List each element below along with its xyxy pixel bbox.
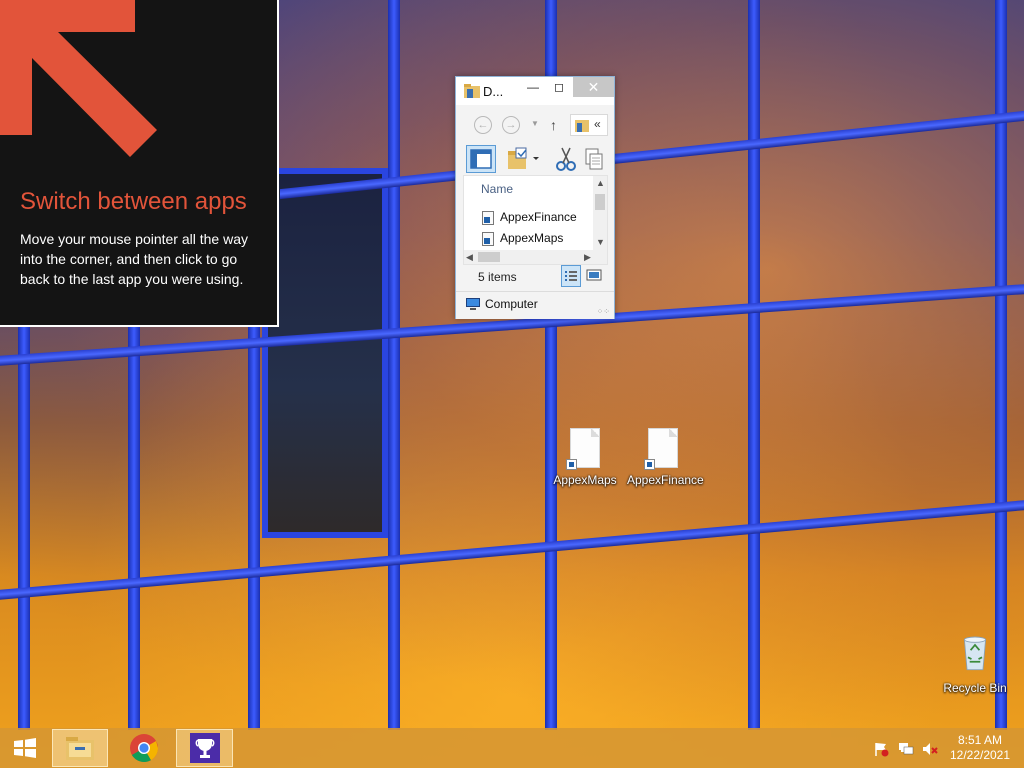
resize-grip-icon[interactable]: ⁘⁘ — [597, 307, 610, 316]
computer-icon — [466, 298, 480, 310]
column-header-name[interactable]: Name — [481, 182, 513, 196]
vertical-scrollbar[interactable]: ▲ ▼ — [593, 176, 607, 250]
vertical-scroll-thumb[interactable] — [595, 194, 605, 210]
horizontal-scroll-thumb[interactable] — [478, 252, 500, 262]
status-item-count: 5 items — [478, 270, 517, 284]
address-bar[interactable]: « — [570, 114, 608, 136]
chrome-icon — [130, 734, 158, 762]
back-button[interactable]: ← — [474, 116, 492, 134]
corner-arrow-icon — [0, 0, 157, 157]
navigation-pane[interactable]: Computer ⁘⁘ — [456, 291, 614, 319]
window-title: D... — [483, 84, 504, 99]
volume-muted-icon[interactable] — [922, 741, 938, 757]
ribbon-toolbar — [462, 143, 608, 175]
shortcut-arrow-icon — [566, 459, 577, 470]
up-button[interactable]: ↑ — [550, 117, 557, 133]
new-folder-button[interactable] — [504, 145, 544, 173]
desktop-icon-label: AppexFinance — [627, 473, 704, 487]
action-center-flag-icon[interactable] — [873, 741, 889, 757]
address-overflow[interactable]: « — [594, 117, 601, 131]
folder-properties-icon — [508, 147, 539, 169]
list-item-label: AppexMaps — [500, 231, 564, 245]
switch-apps-tip: Switch between apps Move your mouse poin… — [0, 0, 279, 327]
file-explorer-icon — [66, 737, 94, 760]
pane-layout-icon — [470, 149, 492, 169]
start-button[interactable] — [6, 729, 44, 767]
large-icons-view-icon — [586, 269, 602, 281]
wallpaper-mullion — [995, 0, 1007, 730]
desktop-icon-label: AppexMaps — [553, 473, 617, 487]
navigation-pane-button[interactable] — [466, 145, 496, 173]
title-bar[interactable]: D... — ◻ ✕ — [456, 77, 614, 105]
recent-locations-chevron-icon[interactable]: ▼ — [531, 119, 539, 128]
minimize-button[interactable]: — — [520, 77, 546, 97]
details-view-icon — [565, 271, 577, 281]
file-explorer-window[interactable]: D... — ◻ ✕ ← → ▼ ↑ « Name AppexFinance A… — [455, 76, 615, 319]
horizontal-scrollbar[interactable]: ◀ ▶ — [464, 250, 607, 264]
taskbar-chrome[interactable] — [118, 729, 170, 767]
system-clock[interactable]: 8:51 AM 12/22/2021 — [944, 733, 1016, 763]
folder-icon — [575, 120, 589, 132]
close-button[interactable]: ✕ — [573, 77, 614, 97]
clock-time: 8:51 AM — [957, 733, 1003, 747]
scroll-right-arrow-icon[interactable]: ▶ — [584, 252, 591, 263]
large-icons-view-button[interactable] — [584, 265, 604, 287]
desktop-icon-appexfinance[interactable]: AppexFinance — [627, 428, 704, 487]
clock-date: 12/22/2021 — [949, 748, 1011, 762]
nav-item-computer[interactable]: Computer — [485, 297, 538, 311]
document-icon — [644, 428, 678, 470]
cut-button[interactable] — [552, 145, 582, 173]
document-icon — [566, 428, 600, 470]
folder-icon — [464, 84, 480, 98]
network-icon[interactable] — [898, 741, 914, 757]
tip-body: Move your mouse pointer all the way into… — [20, 231, 248, 287]
wallpaper-mullion — [388, 0, 400, 730]
recycle-bin-icon[interactable]: Recycle Bin — [941, 632, 1009, 695]
shortcut-icon — [482, 210, 494, 225]
forward-button[interactable]: → — [502, 116, 520, 134]
list-item[interactable]: AppexMaps — [482, 231, 563, 246]
file-list[interactable]: Name AppexFinance AppexMaps ▲ ▼ ◀ ▶ — [463, 175, 608, 265]
tip-title: Switch between apps — [20, 188, 247, 215]
copy-button[interactable] — [582, 145, 606, 173]
details-view-button[interactable] — [561, 265, 581, 287]
start-icon — [14, 738, 36, 758]
shortcut-arrow-icon — [644, 459, 655, 470]
maximize-button[interactable]: ◻ — [546, 77, 572, 97]
recycle-bin-label: Recycle Bin — [943, 681, 1007, 695]
wallpaper-dark-pane — [262, 168, 388, 538]
scroll-up-arrow-icon[interactable]: ▲ — [596, 178, 605, 188]
scroll-down-arrow-icon[interactable]: ▼ — [596, 237, 605, 247]
taskbar-file-explorer[interactable] — [52, 729, 108, 767]
copy-icon — [585, 148, 603, 170]
wallpaper-mullion — [748, 0, 760, 730]
scissors-icon — [556, 147, 576, 171]
scroll-left-arrow-icon[interactable]: ◀ — [466, 252, 473, 263]
desktop-icon-appexmaps[interactable]: AppexMaps — [549, 428, 621, 487]
navigation-bar: ← → ▼ ↑ « — [462, 111, 608, 139]
shortcut-icon — [482, 231, 494, 246]
list-item[interactable]: AppexFinance — [482, 210, 577, 225]
trophy-icon — [190, 733, 220, 763]
list-item-label: AppexFinance — [500, 210, 577, 224]
taskbar-trophy-app[interactable] — [176, 729, 233, 767]
recycle-bin-icon — [963, 636, 987, 671]
taskbar: 8:51 AM 12/22/2021 — [0, 728, 1024, 768]
